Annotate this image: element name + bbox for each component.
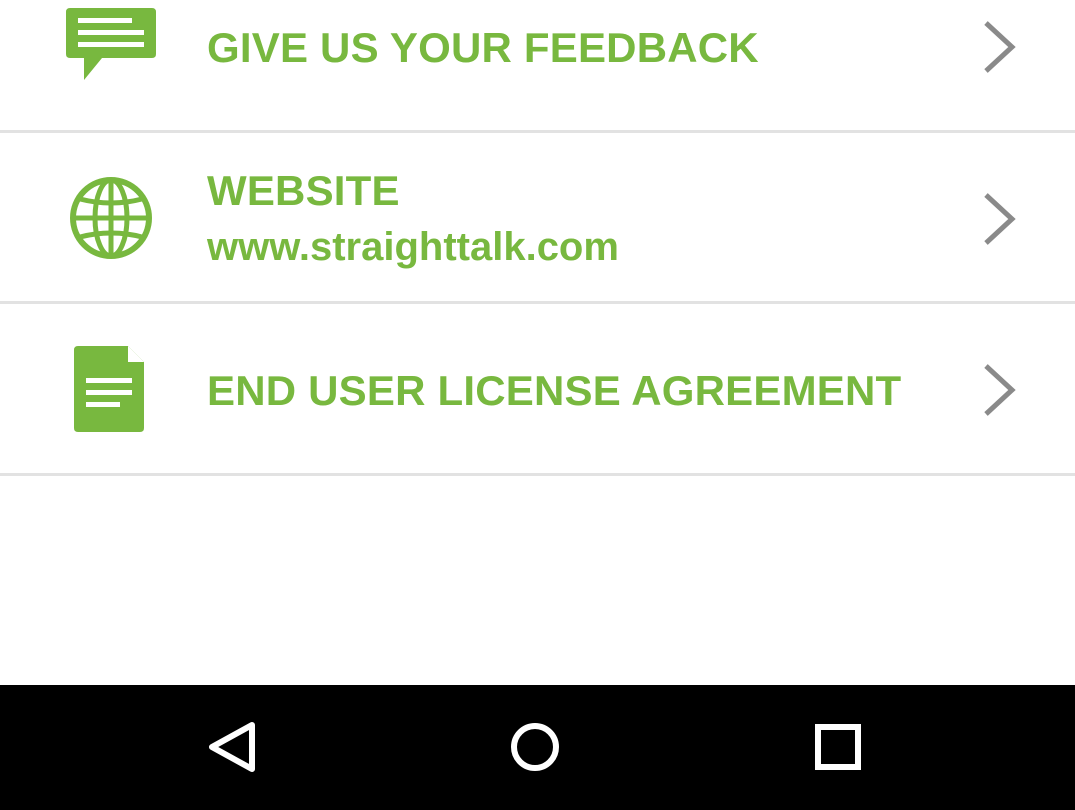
- chevron-right-icon: [984, 193, 1016, 245]
- document-icon: [74, 346, 144, 432]
- back-triangle-icon[interactable]: [200, 715, 264, 779]
- about-screen: GIVE US YOUR FEEDBACK WEBSITE www.straig…: [0, 0, 1075, 810]
- website-url: www.straighttalk.com: [207, 225, 619, 269]
- menu-item-label: WEBSITE: [207, 167, 400, 214]
- system-navigation-bar: [0, 685, 1075, 810]
- menu-item-website[interactable]: WEBSITE www.straighttalk.com: [0, 133, 1075, 304]
- menu-item-eula[interactable]: END USER LICENSE AGREEMENT: [0, 304, 1075, 476]
- chevron-right-icon: [984, 21, 1016, 73]
- menu-item-label: END USER LICENSE AGREEMENT: [207, 367, 902, 414]
- home-circle-icon[interactable]: [503, 715, 567, 779]
- chat-bubble-icon: [66, 8, 156, 80]
- menu-item-feedback[interactable]: GIVE US YOUR FEEDBACK: [0, 0, 1075, 133]
- globe-icon: [70, 177, 152, 259]
- menu-item-label: GIVE US YOUR FEEDBACK: [207, 24, 759, 71]
- chevron-right-icon: [984, 364, 1016, 416]
- recents-square-icon[interactable]: [806, 715, 870, 779]
